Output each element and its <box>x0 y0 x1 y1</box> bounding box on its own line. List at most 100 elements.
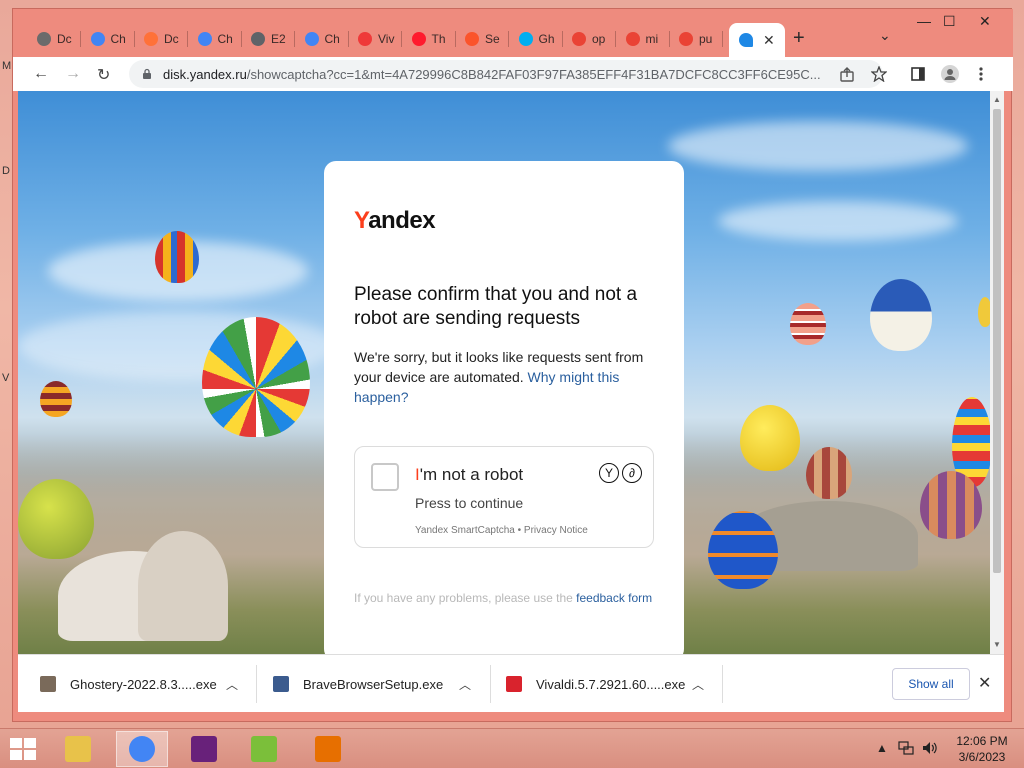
not-a-robot-label[interactable]: I'm not a robot <box>415 465 523 485</box>
taskbar-visual-studio-button[interactable] <box>178 731 230 767</box>
tab-title: Gh <box>538 32 555 46</box>
smartcaptcha-privacy-notice[interactable]: Yandex SmartCaptcha • Privacy Notice <box>415 525 588 536</box>
tab-title: E2 <box>271 32 286 46</box>
address-bar[interactable]: disk.yandex.ru/showcaptcha?cc=1&mt=4A729… <box>129 60 883 88</box>
browser-tab[interactable]: Gh <box>509 23 563 55</box>
tab-title: Ch <box>217 32 233 46</box>
divider <box>722 665 723 703</box>
opera-icon <box>411 32 426 46</box>
browser-tab[interactable]: Ch <box>81 23 135 55</box>
download-item[interactable]: Ghostery-2022.8.3.....exe <box>40 655 217 713</box>
scroll-up-arrow-icon[interactable]: ▲ <box>993 95 1001 104</box>
chrome-icon <box>129 736 155 762</box>
menu-kebab-icon[interactable] <box>979 66 983 82</box>
share-icon[interactable] <box>839 67 855 83</box>
download-icon <box>37 32 51 46</box>
network-icon[interactable] <box>898 741 914 755</box>
volume-icon[interactable] <box>922 741 938 755</box>
download-item[interactable]: BraveBrowserSetup.exe <box>273 655 443 713</box>
installer-icon <box>273 676 289 692</box>
feedback-text: If you have any problems, please use the <box>354 591 577 605</box>
tab-title: pu <box>699 32 713 46</box>
browser-tab[interactable]: Se <box>455 23 509 55</box>
yandex-disk-icon <box>739 33 753 47</box>
smartcaptcha-logo-icon: Y ∂ <box>599 463 642 483</box>
taskbar-notepad-plus-plus-button[interactable] <box>238 731 290 767</box>
browser-tab[interactable]: Ch <box>295 23 349 55</box>
tab-title: Dc <box>164 32 179 46</box>
desktop-icon-label: D <box>2 165 10 177</box>
hot-air-balloon <box>870 279 932 351</box>
feedback-form-link[interactable]: feedback form <box>576 591 652 605</box>
browser-tab[interactable]: Dc <box>134 23 188 55</box>
close-tab-icon[interactable]: ✕ <box>763 32 775 49</box>
browser-window: Dc Ch Dc Ch E2 Ch Viv Th Se Gh op mi pu ✕ + ⌄ — ☐ ✕ … <box>12 8 1013 722</box>
download-shelf: Ghostery-2022.8.3.....exe ︿ BraveBrowser… <box>18 654 1004 712</box>
smartcaptcha-y-icon: Y <box>599 463 619 483</box>
download-item[interactable]: Vivaldi.5.7.2921.60.....exe <box>506 655 685 713</box>
forward-button[interactable]: → <box>65 65 81 83</box>
download-filename: BraveBrowserSetup.exe <box>303 676 444 692</box>
tab-separator <box>722 31 723 47</box>
label-text: 'm not a robot <box>419 465 524 484</box>
tab-active-yandex-disk[interactable]: ✕ <box>729 23 785 57</box>
not-a-robot-checkbox[interactable] <box>371 463 399 491</box>
browser-tab[interactable]: Dc <box>27 23 81 55</box>
lock-icon <box>143 68 151 79</box>
download-options-chevron-icon[interactable]: ︿ <box>692 655 704 713</box>
logo-letter-y: Y <box>354 207 369 234</box>
download-options-chevron-icon[interactable]: ︿ <box>226 655 238 713</box>
browser-tab[interactable]: mi <box>616 23 670 55</box>
tab-title: mi <box>645 32 659 46</box>
browser-tab[interactable]: pu <box>669 23 723 55</box>
smartcaptcha-widget[interactable]: I'm not a robot Press to continue Yandex… <box>354 446 654 548</box>
scroll-down-arrow-icon[interactable]: ▼ <box>993 640 1001 649</box>
taskbar-chrome-button[interactable] <box>116 731 168 767</box>
start-button-windows-icon[interactable] <box>10 738 36 760</box>
browser-tab[interactable]: Th <box>402 23 456 55</box>
browser-tab[interactable]: op <box>562 23 616 55</box>
page-scrollbar[interactable]: ▲ ▼ <box>990 91 1004 654</box>
browser-tab[interactable]: Viv <box>348 23 402 55</box>
google-icon <box>679 32 693 46</box>
profile-avatar-icon[interactable] <box>941 65 959 83</box>
firefox-icon <box>144 32 158 46</box>
close-download-shelf-icon[interactable]: ✕ <box>978 673 991 693</box>
chrome-icon <box>90 32 105 46</box>
taskbar-file-explorer-button[interactable] <box>52 731 104 767</box>
globe-icon <box>251 32 265 46</box>
browser-tab[interactable]: Ch <box>188 23 242 55</box>
hot-air-balloon <box>18 479 94 559</box>
show-hidden-icons-arrow[interactable]: ▲ <box>876 741 888 755</box>
side-panel-icon[interactable] <box>911 67 925 81</box>
back-button[interactable]: ← <box>33 65 49 83</box>
clock-date: 3/6/2023 <box>958 750 1006 764</box>
tab-strip: Dc Ch Dc Ch E2 Ch Viv Th Se Gh op mi pu ✕ + ⌄ — ☐ ✕ <box>13 9 1013 57</box>
url-host: disk.yandex.ru <box>163 66 247 82</box>
close-window-button[interactable]: ✕ <box>979 13 991 30</box>
reload-button[interactable]: ↻ <box>97 65 110 85</box>
chrome-icon <box>197 32 212 46</box>
system-clock[interactable]: 12:06 PM 3/6/2023 <box>948 733 1016 765</box>
vivaldi-installer-icon <box>506 676 522 692</box>
tab-title: Ch <box>110 32 126 46</box>
yandex-logo: Yandex <box>354 207 436 235</box>
google-icon <box>625 32 640 46</box>
ghostery-icon <box>518 32 533 46</box>
java-icon <box>315 736 341 762</box>
taskbar-java-button[interactable] <box>302 731 354 767</box>
minimize-button[interactable]: — <box>917 13 931 29</box>
maximize-button[interactable]: ☐ <box>943 13 956 30</box>
bookmark-star-icon[interactable] <box>871 66 887 82</box>
download-options-chevron-icon[interactable]: ︿ <box>459 655 471 713</box>
page-title: Please confirm that you and not a robot … <box>354 284 638 329</box>
cloud-decoration <box>718 201 958 241</box>
browser-tab[interactable]: E2 <box>241 23 295 55</box>
desktop-icon-label: V <box>2 372 10 384</box>
scrollbar-thumb[interactable] <box>993 109 1001 573</box>
show-all-downloads-button[interactable]: Show all <box>892 668 970 700</box>
tab-search-chevron-icon[interactable]: ⌄ <box>879 27 891 44</box>
new-tab-button[interactable]: + <box>793 27 805 50</box>
tab-title: Se <box>485 32 500 46</box>
windows-taskbar: ▲ 12:06 PM 3/6/2023 <box>0 728 1024 768</box>
